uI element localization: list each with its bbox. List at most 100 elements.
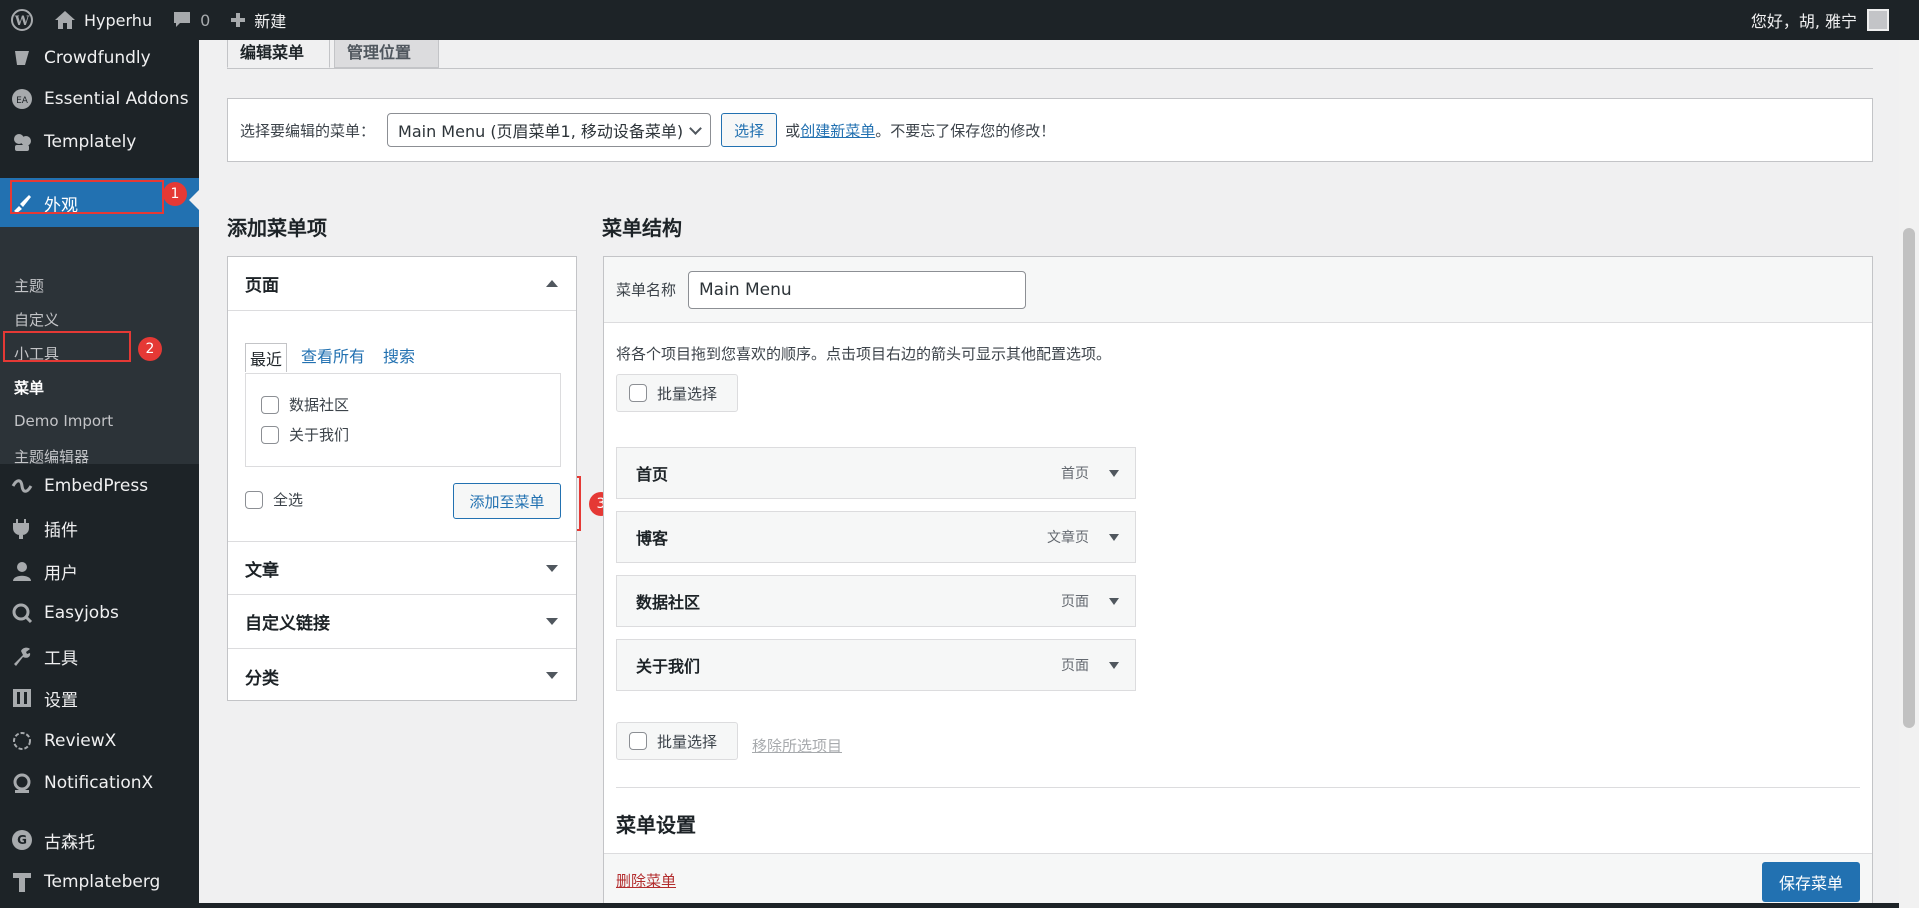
new-content-link[interactable]: 新建 bbox=[220, 0, 296, 40]
comments-link[interactable]: 0 bbox=[162, 0, 220, 40]
menu-item-about-us[interactable]: 关于我们 页面 bbox=[616, 639, 1136, 691]
site-name-link[interactable]: Hyperhu bbox=[44, 0, 162, 40]
menu-item-type: 页面 bbox=[1061, 658, 1089, 674]
select-all-checkbox[interactable] bbox=[245, 490, 263, 509]
sidebar-item-label: 设置 bbox=[44, 690, 78, 711]
menu-item-title: 首页 bbox=[636, 465, 669, 484]
wordpress-logo-icon[interactable]: W bbox=[0, 0, 44, 40]
list-item[interactable]: 关于我们 bbox=[261, 424, 349, 445]
sidebar-item-crowdfundly[interactable]: Crowdfundly bbox=[0, 40, 199, 78]
sidebar-item-label: 古森托 bbox=[44, 832, 95, 853]
sidebar-item-easyjobs[interactable]: Easyjobs bbox=[0, 593, 199, 633]
menu-item-type: 页面 bbox=[1061, 594, 1089, 610]
menu-item-type: 文章页 bbox=[1047, 530, 1089, 546]
add-menu-items-panel: 页面 最近 查看所有 搜索 数据社区 关于我们 全选 添加至菜单 文章 自定义链… bbox=[227, 256, 577, 701]
caret-down-icon bbox=[546, 618, 558, 625]
sidebar-item-notificationx[interactable]: NotificationX bbox=[0, 763, 199, 803]
sidebar-item-embedpress[interactable]: EmbedPress bbox=[0, 466, 199, 506]
sidebar-item-reviewx[interactable]: ReviewX bbox=[0, 721, 199, 761]
menu-item-blog[interactable]: 博客 文章页 bbox=[616, 511, 1136, 563]
accordion-posts-header[interactable]: 文章 bbox=[228, 541, 576, 595]
select-menu-button[interactable]: 选择 bbox=[721, 113, 778, 147]
users-icon bbox=[9, 558, 35, 584]
my-account[interactable]: 您好，胡, 雅宁 bbox=[1751, 8, 1919, 32]
bulk-select-checkbox[interactable] bbox=[629, 384, 647, 402]
caret-down-icon[interactable] bbox=[1109, 662, 1119, 669]
sidebar-item-label: ReviewX bbox=[44, 731, 117, 751]
select-all-row[interactable]: 全选 bbox=[245, 489, 303, 510]
sidebar-item-label: Essential Addons bbox=[44, 89, 189, 109]
or-text: 或 bbox=[785, 121, 801, 140]
sidebar-item-label: 用户 bbox=[44, 563, 78, 584]
annotation-box-1 bbox=[10, 180, 164, 214]
accordion-title: 页面 bbox=[245, 276, 279, 296]
tab-recent[interactable]: 最近 bbox=[245, 343, 288, 372]
caret-down-icon[interactable] bbox=[1109, 598, 1119, 605]
essential-addons-icon: EA bbox=[9, 86, 35, 112]
menu-item-home[interactable]: 首页 首页 bbox=[616, 447, 1136, 499]
sidebar-item-templately[interactable]: Templately bbox=[0, 122, 199, 162]
tab-search[interactable]: 搜索 bbox=[383, 343, 415, 372]
main-content: 编辑菜单 管理位置 选择要编辑的菜单： Main Menu (页眉菜单1, 移动… bbox=[199, 40, 1899, 908]
sidebar-item-settings[interactable]: 设置 bbox=[0, 678, 199, 718]
sidebar-item-label: Crowdfundly bbox=[44, 48, 151, 68]
bulk-select-top[interactable]: 批量选择 bbox=[616, 374, 738, 412]
bulk-select-checkbox[interactable] bbox=[629, 732, 647, 750]
tab-manage-locations[interactable]: 管理位置 bbox=[334, 40, 439, 68]
accordion-categories-header[interactable]: 分类 bbox=[228, 649, 576, 703]
svg-text:G: G bbox=[17, 833, 27, 847]
menu-item-data-community[interactable]: 数据社区 页面 bbox=[616, 575, 1136, 627]
avatar bbox=[1867, 9, 1889, 31]
select-menu-prompt: 选择要编辑的菜单： bbox=[240, 121, 376, 140]
menu-name-row: 菜单名称 Main Menu bbox=[604, 257, 1872, 323]
sidebar-item-gutenberg[interactable]: G 古森托 bbox=[0, 820, 199, 860]
tools-icon bbox=[9, 643, 35, 669]
bulk-select-bottom[interactable]: 批量选择 bbox=[616, 722, 738, 760]
add-menu-items-heading: 添加菜单项 bbox=[227, 216, 327, 240]
menu-item-title: 关于我们 bbox=[636, 657, 701, 676]
tab-edit-menus[interactable]: 编辑菜单 bbox=[227, 40, 330, 68]
submenu-item-menus[interactable]: 菜单 bbox=[14, 377, 44, 398]
accordion-pages-header[interactable]: 页面 bbox=[228, 257, 576, 311]
page-scrollbar[interactable] bbox=[1899, 40, 1919, 908]
gutenberg-icon: G bbox=[9, 827, 35, 853]
page-checkbox[interactable] bbox=[261, 425, 279, 444]
submenu-item-theme-editor[interactable]: 主题编辑器 bbox=[14, 446, 89, 467]
submenu-item-customize[interactable]: 自定义 bbox=[14, 309, 59, 330]
caret-down-icon[interactable] bbox=[1109, 470, 1119, 477]
menu-name-input[interactable]: Main Menu bbox=[688, 270, 1027, 309]
bottom-strip bbox=[199, 903, 1899, 908]
menu-structure-heading: 菜单结构 bbox=[602, 216, 682, 240]
sidebar-item-essential-addons[interactable]: EA Essential Addons bbox=[0, 79, 199, 119]
sidebar-item-users[interactable]: 用户 bbox=[0, 551, 199, 591]
add-to-menu-button[interactable]: 添加至菜单 bbox=[453, 483, 561, 519]
menu-item-title: 数据社区 bbox=[636, 593, 701, 612]
pages-tabs: 最近 查看所有 搜索 bbox=[245, 343, 433, 372]
list-item[interactable]: 数据社区 bbox=[261, 394, 349, 415]
sidebar-item-plugins[interactable]: 插件 bbox=[0, 508, 199, 548]
save-menu-button[interactable]: 保存菜单 bbox=[1762, 862, 1860, 902]
sidebar-item-label: Templateberg bbox=[44, 872, 161, 892]
sidebar-item-tools[interactable]: 工具 bbox=[0, 636, 199, 676]
select-all-label: 全选 bbox=[273, 491, 304, 509]
remove-selected-link[interactable]: 移除所选项目 bbox=[752, 735, 842, 756]
embedpress-icon bbox=[9, 473, 35, 499]
tab-view-all[interactable]: 查看所有 bbox=[301, 343, 365, 372]
scrollbar-thumb[interactable] bbox=[1903, 228, 1915, 728]
submenu-item-demo-import[interactable]: Demo Import bbox=[14, 412, 113, 430]
submenu-item-themes[interactable]: 主题 bbox=[14, 275, 44, 296]
page-checkbox[interactable] bbox=[261, 395, 279, 414]
caret-down-icon[interactable] bbox=[1109, 534, 1119, 541]
accordion-custom-links-header[interactable]: 自定义链接 bbox=[228, 595, 576, 649]
accordion-title: 文章 bbox=[245, 560, 279, 581]
menu-select-dropdown[interactable]: Main Menu (页眉菜单1, 移动设备菜单) bbox=[387, 113, 712, 147]
comment-count: 0 bbox=[200, 10, 211, 30]
delete-menu-link[interactable]: 删除菜单 bbox=[616, 870, 676, 891]
create-new-menu-link[interactable]: 创建新菜单 bbox=[800, 120, 875, 141]
accordion-title: 自定义链接 bbox=[245, 614, 330, 634]
plugins-icon bbox=[9, 515, 35, 541]
menu-settings-heading: 菜单设置 bbox=[616, 813, 696, 837]
sidebar-item-templateberg[interactable]: Templateberg bbox=[0, 862, 199, 902]
caret-up-icon bbox=[546, 280, 558, 287]
page-label: 关于我们 bbox=[289, 426, 350, 444]
